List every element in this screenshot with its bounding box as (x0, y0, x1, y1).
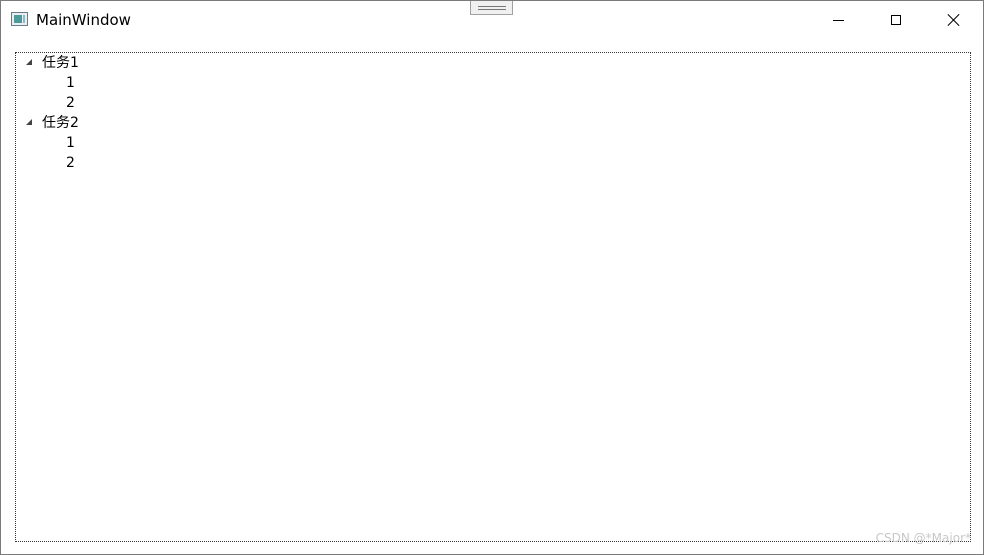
close-button[interactable] (925, 1, 983, 39)
main-window: MainWindow 任务1 1 2 任务2 1 2 CSDN @*Major* (0, 0, 984, 555)
watermark-text: CSDN @*Major* (875, 531, 971, 545)
maximize-button[interactable] (867, 1, 925, 39)
minimize-button[interactable] (809, 1, 867, 39)
tree-node-label[interactable]: 任务2 (42, 113, 79, 133)
window-app-icon (11, 12, 28, 26)
tree-child-item[interactable]: 1 (66, 133, 75, 153)
tree-child-item[interactable]: 2 (66, 93, 75, 113)
tree-view[interactable]: 任务1 1 2 任务2 1 2 (15, 52, 971, 542)
window-title: MainWindow (36, 11, 131, 29)
minimize-icon (832, 19, 844, 21)
tree-child-item[interactable]: 2 (66, 153, 75, 173)
maximize-icon (891, 15, 901, 25)
tree-child-item[interactable]: 1 (66, 73, 75, 93)
expanded-arrow-icon[interactable] (26, 59, 32, 65)
close-icon (947, 13, 961, 27)
tree-node-label[interactable]: 任务1 (42, 53, 79, 73)
resize-grip-icon[interactable] (470, 1, 513, 15)
expanded-arrow-icon[interactable] (26, 119, 32, 125)
title-bar[interactable]: MainWindow (1, 1, 983, 39)
